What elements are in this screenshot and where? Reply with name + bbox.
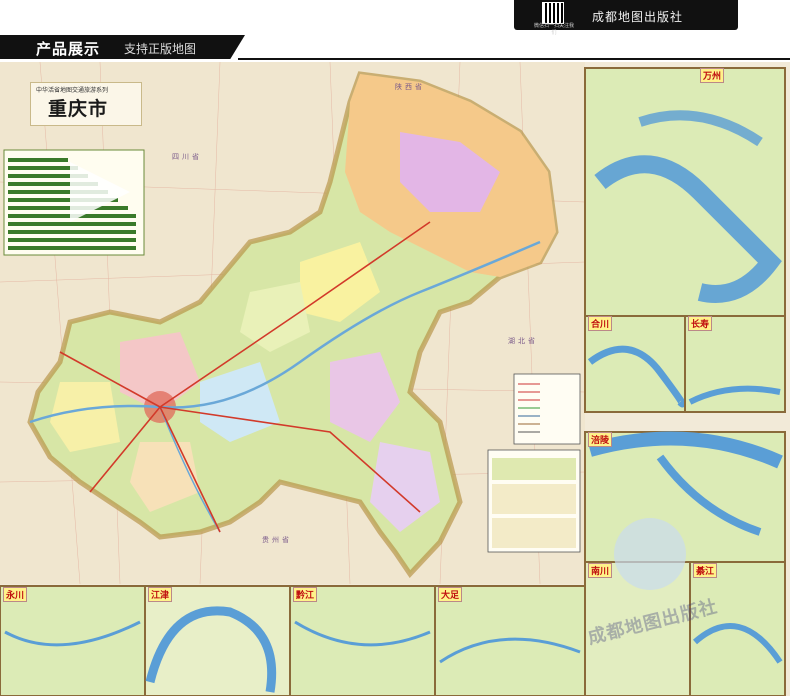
qr-caption: 微信扫一扫关注我们 xyxy=(534,23,575,36)
province-label: 湖北省 xyxy=(508,337,538,345)
province-label: 陕西省 xyxy=(395,83,425,91)
inset-label: 大足 xyxy=(438,587,463,602)
inset-label: 涪陵 xyxy=(588,432,613,447)
inset-yongchuan xyxy=(0,585,146,696)
inset-label: 黔江 xyxy=(293,587,318,602)
section-subtitle: 支持正版地图 xyxy=(124,42,197,56)
province-label: 贵州省 xyxy=(262,536,292,544)
inset-wanzhou xyxy=(584,67,786,317)
map-series: 中华活省地图交通旅游系列 xyxy=(36,87,109,94)
info-table-block-3 xyxy=(492,518,576,548)
section-divider xyxy=(238,58,790,60)
publisher-name: 成都地图出版社 xyxy=(592,10,684,24)
inset-dazu xyxy=(434,585,586,696)
inset-qianjiang xyxy=(289,585,436,696)
qr-code-icon xyxy=(542,2,564,24)
map-title: 重庆市 xyxy=(48,98,109,120)
inset-label: 綦江 xyxy=(693,563,718,578)
inset-label: 江津 xyxy=(148,587,173,602)
inset-label: 永川 xyxy=(3,587,28,602)
inset-label: 万州 xyxy=(700,68,725,83)
inset-label: 长寿 xyxy=(688,316,713,331)
info-table-block-1 xyxy=(492,458,576,480)
map-sheet xyxy=(0,62,790,696)
inset-label: 南川 xyxy=(588,563,613,578)
map-svg xyxy=(0,62,786,696)
inset-qijiang xyxy=(689,561,786,696)
inset-label: 合川 xyxy=(588,316,613,331)
inset-fuling xyxy=(584,431,786,563)
province-label: 四川省 xyxy=(172,153,202,161)
inset-jiangjin xyxy=(144,585,291,696)
section-title: 产品展示 xyxy=(36,40,101,58)
info-table-block-2 xyxy=(492,484,576,514)
